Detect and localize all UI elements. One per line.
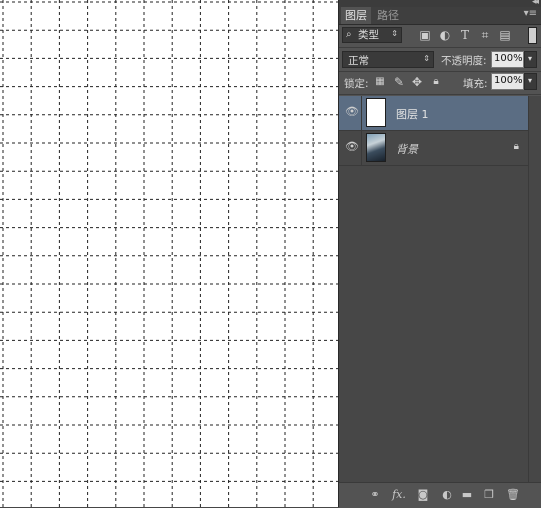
opacity-input[interactable]: 100% [491,51,524,68]
fill-dropdown-button[interactable]: ▾ [524,73,537,90]
blend-mode-select[interactable]: 正常 ⇕ [342,51,434,68]
filter-toggle-switch[interactable] [528,27,537,44]
fill-label: 填充: [463,78,488,90]
lock-label: 锁定: [344,78,369,90]
panel-menu-icon[interactable]: ▾≡ [524,8,537,19]
filter-pixel-icon[interactable]: ▣ [418,28,432,42]
layer-thumbnail [366,133,386,162]
chevron-down-icon: ▾ [528,76,533,85]
collapse-icon[interactable]: ◂◂ [532,0,539,7]
chevron-down-icon: ▾ [528,54,533,63]
eye-icon: 👁︎ [345,105,359,118]
add-mask-icon[interactable]: ◙ [415,487,431,503]
chevron-updown-icon: ⇕ [391,29,398,38]
lock-icon: 🔒︎ [513,141,519,152]
separator [339,94,541,95]
panel-top-strip: ◂◂ [339,0,541,7]
fill-value: 100% [494,75,523,86]
opacity-dropdown-button[interactable]: ▾ [524,51,537,68]
document-canvas[interactable] [0,0,338,507]
lock-all-icon[interactable]: 🔒︎ [429,75,443,89]
chevron-updown-icon: ⇕ [423,54,430,63]
panel-tab-bar: 图层 路径 ▾≡ [339,7,541,25]
lock-image-pixels-icon[interactable]: ✎ [392,75,406,89]
opacity-value: 100% [494,53,523,64]
layers-list: 👁︎ 图层 1 👁︎ 背景 🔒︎ [339,96,529,482]
tab-layers[interactable]: 图层 [341,7,371,24]
layer-name[interactable]: 图层 1 [396,106,429,122]
layer-name[interactable]: 背景 [396,141,418,157]
new-layer-icon[interactable]: ❐ [481,487,497,503]
visibility-toggle[interactable]: 👁︎ [339,96,362,130]
tab-paths[interactable]: 路径 [373,7,403,24]
link-layers-icon[interactable]: ⚭ [367,487,383,503]
layer-row-layer1[interactable]: 👁︎ 图层 1 [339,96,529,131]
new-group-icon[interactable]: ▬ [459,487,475,503]
adjustment-layer-icon[interactable]: ◐ [439,487,455,503]
trash-icon[interactable]: 🗑︎ [505,487,521,503]
layers-panel: ◂◂ 图层 路径 ▾≡ ⌕ 类型 ⇕ ▣ ◐ T ⌗ ▤ 正常 ⇕ 不透明度: … [339,0,541,508]
dashed-grid [0,0,338,507]
filter-kind-select[interactable]: ⌕ 类型 ⇕ [342,27,402,43]
opacity-label: 不透明度: [441,55,487,67]
lock-transparent-pixels-icon[interactable]: ▦ [373,75,387,89]
separator [339,47,541,48]
layer-thumbnail [366,98,386,127]
layer-style-fx-icon[interactable]: fx. [391,487,407,503]
filter-shape-icon[interactable]: ⌗ [478,28,492,42]
visibility-toggle[interactable]: 👁︎ [339,131,362,165]
filter-smartobject-icon[interactable]: ▤ [498,28,512,42]
separator [339,71,541,72]
lock-position-icon[interactable]: ✥ [410,75,424,89]
filter-kind-label: 类型 [358,29,379,41]
fill-input[interactable]: 100% [491,73,524,90]
layers-scrollbar[interactable] [528,96,541,482]
layers-bottom-bar: ⚭ fx. ◙ ◐ ▬ ❐ 🗑︎ [339,482,541,508]
filter-adjustment-icon[interactable]: ◐ [438,28,452,42]
eye-icon: 👁︎ [345,140,359,153]
filter-type-icon[interactable]: T [458,28,472,42]
search-icon: ⌕ [346,29,352,40]
layer-row-background[interactable]: 👁︎ 背景 🔒︎ [339,131,529,166]
blend-mode-value: 正常 [348,55,369,67]
